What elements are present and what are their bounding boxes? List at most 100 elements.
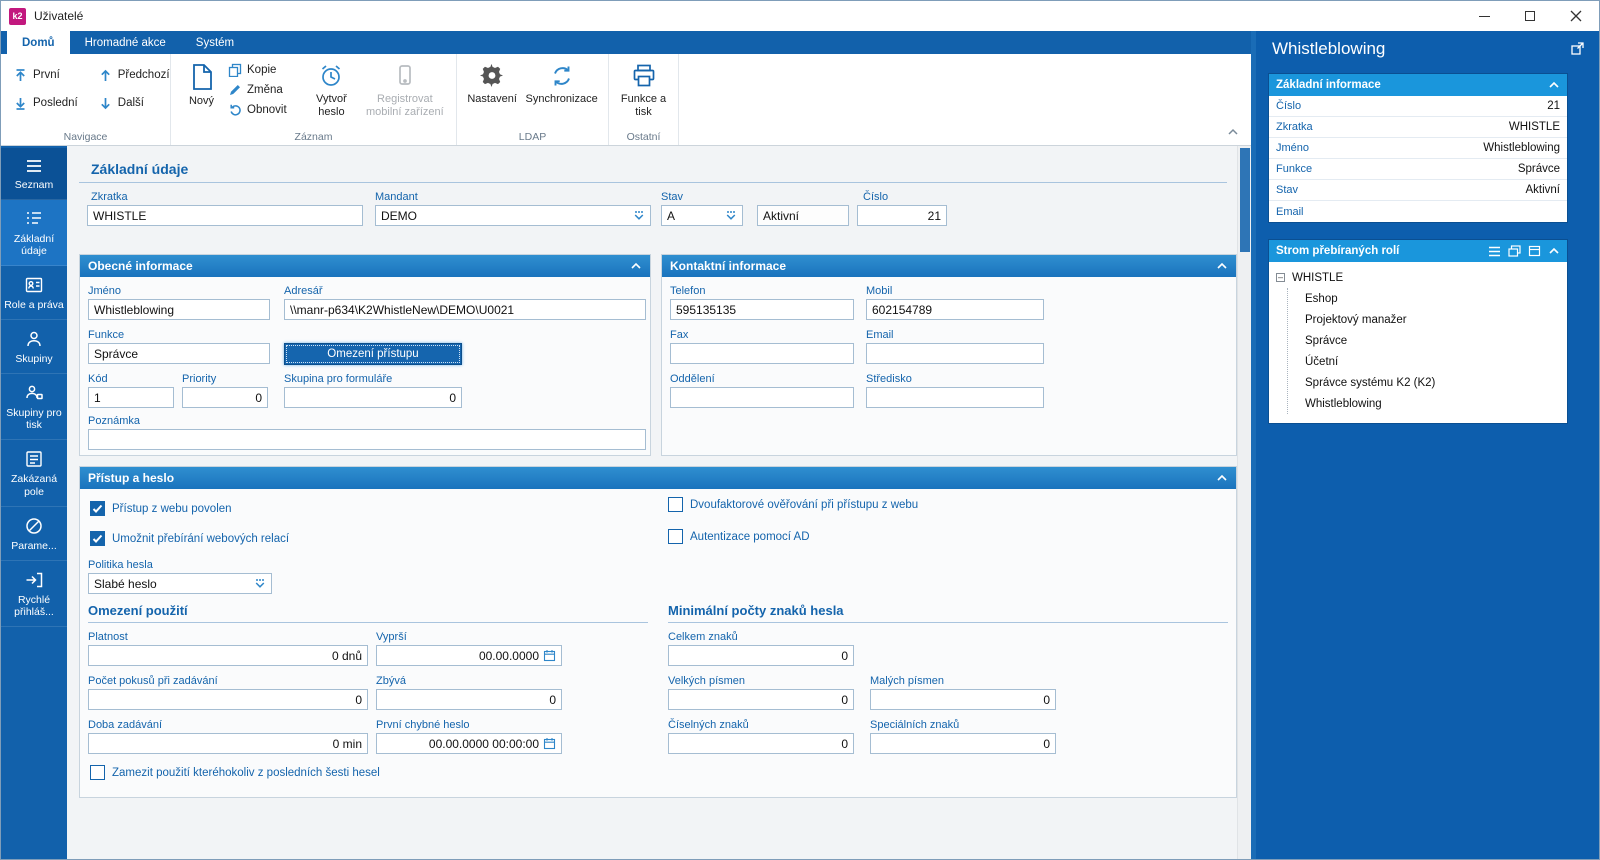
tab-hromadne-akce[interactable]: Hromadné akce — [70, 31, 181, 54]
adresar-input[interactable]: \\manr-p634\K2WhistleNew\DEMO\U0021 — [284, 299, 646, 320]
tree-node[interactable]: Eshop — [1288, 288, 1563, 309]
calendar-icon[interactable] — [543, 737, 556, 750]
stav-label: Stav — [661, 191, 683, 203]
refresh-button[interactable]: Obnovit — [228, 103, 301, 117]
mobil-input[interactable]: 602154789 — [866, 299, 1044, 320]
sidebar-item-zakladni-udaje[interactable]: Základní údaje — [1, 200, 67, 266]
dropdown-icon[interactable] — [725, 210, 737, 222]
open-in-window-button[interactable] — [1570, 41, 1585, 61]
sidebar-item-skupiny[interactable]: Skupiny — [1, 320, 67, 374]
web-session-checkbox[interactable]: Umožnit přebírání webových relací — [90, 531, 289, 546]
zkratka-input[interactable]: WHISTLE — [87, 205, 363, 226]
minimize-button[interactable] — [1461, 1, 1507, 31]
copy-label: Kopie — [247, 64, 276, 76]
jmeno-input[interactable]: Whistleblowing — [88, 299, 270, 320]
contact-info-header[interactable]: Kontaktní informace — [662, 255, 1236, 277]
doba-input[interactable]: 0 min — [88, 733, 368, 754]
kod-input[interactable]: 1 — [88, 387, 174, 408]
access-password-header[interactable]: Přístup a heslo — [80, 467, 1236, 489]
collapse-chevron-icon[interactable] — [630, 262, 642, 270]
new-button[interactable]: Nový — [179, 59, 224, 129]
last-button[interactable]: Poslední — [9, 91, 82, 115]
scrollbar-thumb[interactable] — [1240, 148, 1250, 252]
ldap-settings-button[interactable]: Nastavení — [465, 59, 519, 129]
functions-print-button[interactable]: Funkce a tisk — [617, 59, 670, 129]
last-passwords-checkbox[interactable]: Zamezit použití kteréhokoliv z posledníc… — [90, 765, 380, 780]
oddeleni-input[interactable] — [670, 387, 854, 408]
tree-node[interactable]: Účetní — [1288, 351, 1563, 372]
first-button[interactable]: První — [9, 63, 82, 87]
collapse-chevron-icon[interactable] — [1548, 247, 1560, 255]
tree-node[interactable]: Whistleblowing — [1288, 393, 1563, 414]
ciselnych-input[interactable]: 0 — [668, 733, 854, 754]
telefon-input[interactable]: 595135135 — [670, 299, 854, 320]
celkem-input[interactable]: 0 — [668, 645, 854, 666]
tree-node[interactable]: Správce — [1288, 330, 1563, 351]
funkce-input[interactable]: Správce — [88, 343, 270, 364]
next-button[interactable]: Další — [94, 91, 174, 115]
collapse-chevron-icon[interactable] — [1548, 81, 1560, 89]
sidebar-item-skupiny-pro-tisk[interactable]: Skupiny pro tisk — [1, 374, 67, 440]
cislo-input[interactable]: 21 — [857, 205, 947, 226]
chybne-value: 00.00.0000 00:00:00 — [382, 737, 539, 751]
basic-info-card-header[interactable]: Základní informace — [1269, 74, 1567, 96]
velkych-input[interactable]: 0 — [668, 689, 854, 710]
zbyva-input[interactable]: 0 — [376, 689, 562, 710]
access-restriction-button[interactable]: Omezení přístupu — [284, 343, 462, 365]
copy-button[interactable]: Kopie — [228, 63, 301, 77]
dropdown-icon[interactable] — [254, 578, 266, 590]
stav-select[interactable]: A — [661, 205, 743, 226]
change-button[interactable]: Změna — [228, 83, 301, 97]
roles-tree-card-header[interactable]: Strom přebíraných rolí — [1269, 240, 1567, 262]
vyprsi-input[interactable]: 00.00.0000 — [376, 645, 562, 666]
previous-button[interactable]: Předchozí — [94, 63, 174, 87]
ribbon-collapse-button[interactable] — [1227, 123, 1239, 141]
skupina-formulare-input[interactable]: 0 — [284, 387, 462, 408]
specialnich-input[interactable]: 0 — [870, 733, 1056, 754]
close-button[interactable] — [1553, 1, 1599, 31]
tree-node[interactable]: Správce systému K2 (K2) — [1288, 372, 1563, 393]
tree-collapse-icon[interactable]: – — [1276, 273, 1285, 282]
malych-value: 0 — [876, 693, 1050, 707]
ldap-sync-button[interactable]: Synchronizace — [523, 59, 600, 129]
cascade-windows-icon[interactable] — [1508, 245, 1521, 257]
poznamka-input[interactable] — [88, 429, 646, 450]
chybne-input[interactable]: 00.00.0000 00:00:00 — [376, 733, 562, 754]
tab-system[interactable]: Systém — [181, 31, 249, 54]
collapse-chevron-icon[interactable] — [1216, 262, 1228, 270]
politika-select[interactable]: Slabé heslo — [88, 573, 272, 594]
two-factor-checkbox[interactable]: Dvoufaktorové ověřování při přístupu z w… — [668, 497, 918, 512]
create-password-button[interactable]: Vytvoř heslo — [305, 59, 358, 129]
tree-node[interactable]: Projektový manažer — [1288, 309, 1563, 330]
calendar-icon[interactable] — [543, 649, 556, 662]
sidebar-item-zakazana-pole[interactable]: Zakázaná pole — [1, 440, 67, 506]
sidebar-item-parametry[interactable]: Parame... — [1, 507, 67, 561]
minchars-rule — [668, 622, 1228, 623]
sidebar-item-seznam[interactable]: Seznam — [1, 148, 67, 200]
navigation-buttons: První Poslední Předchozí Další — [9, 59, 174, 129]
tile-window-icon[interactable] — [1528, 245, 1541, 257]
sidebar-item-rychle-prihlaseni[interactable]: Rychlé přihláš... — [1, 561, 67, 627]
web-access-checkbox[interactable]: Přístup z webu povolen — [90, 501, 232, 516]
stav-code-value: A — [667, 209, 721, 223]
fax-input[interactable] — [670, 343, 854, 364]
tree-root-node[interactable]: – WHISTLE — [1276, 267, 1563, 288]
priority-input[interactable]: 0 — [182, 387, 268, 408]
platnost-input[interactable]: 0 dnů — [88, 645, 368, 666]
menu-icon[interactable] — [1488, 246, 1501, 257]
stredisko-input[interactable] — [866, 387, 1044, 408]
dropdown-icon[interactable] — [633, 210, 645, 222]
pokusy-input[interactable]: 0 — [88, 689, 368, 710]
vertical-scrollbar[interactable] — [1237, 146, 1251, 860]
malych-input[interactable]: 0 — [870, 689, 1056, 710]
maximize-button[interactable] — [1507, 1, 1553, 31]
mandant-select[interactable]: DEMO — [375, 205, 651, 226]
sidebar-item-role-a-prava[interactable]: Role a práva — [1, 266, 67, 320]
tab-domu[interactable]: Domů — [7, 31, 70, 54]
ad-auth-checkbox[interactable]: Autentizace pomocí AD — [668, 529, 810, 544]
general-info-header[interactable]: Obecné informace — [80, 255, 650, 277]
change-label: Změna — [247, 84, 283, 96]
stav-text-value: Aktivní — [763, 209, 843, 223]
email-input[interactable] — [866, 343, 1044, 364]
collapse-chevron-icon[interactable] — [1216, 474, 1228, 482]
